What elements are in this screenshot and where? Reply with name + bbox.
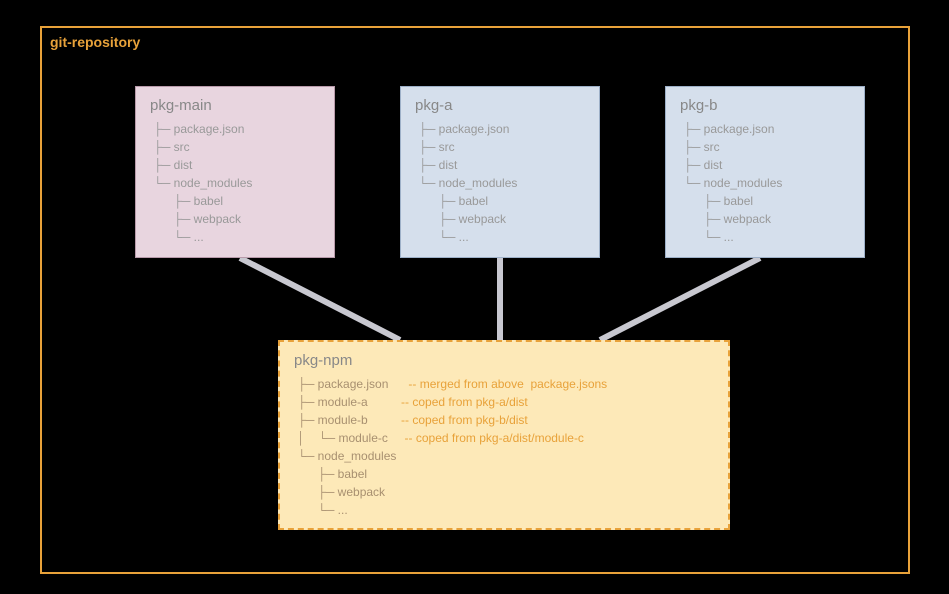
tree-line: ├─ src bbox=[680, 138, 850, 156]
tree-line: ├─ package.json bbox=[150, 120, 320, 138]
pkg-npm-tree: ├─ package.json -- merged from above pac… bbox=[294, 375, 714, 519]
tree-line: ├─ src bbox=[150, 138, 320, 156]
pkg-main-box: pkg-main ├─ package.json ├─ src ├─ dist … bbox=[135, 86, 335, 258]
pkg-b-title: pkg-b bbox=[680, 97, 850, 114]
pkg-main-tree: ├─ package.json ├─ src ├─ dist └─ node_m… bbox=[150, 120, 320, 246]
tree-entry: └─ ... bbox=[294, 503, 378, 517]
tree-line: ├─ webpack bbox=[294, 483, 714, 501]
pkg-a-box: pkg-a ├─ package.json ├─ src ├─ dist └─ … bbox=[400, 86, 600, 258]
tree-entry: ├─ webpack bbox=[294, 485, 402, 499]
tree-line: ├─ dist bbox=[415, 156, 585, 174]
tree-entry: ├─ package.json bbox=[294, 377, 408, 391]
tree-line: ├─ babel bbox=[150, 192, 320, 210]
tree-line: │ └─ module-c -- coped from pkg-a/dist/m… bbox=[294, 429, 714, 447]
tree-line: ├─ dist bbox=[150, 156, 320, 174]
tree-line: ├─ babel bbox=[680, 192, 850, 210]
tree-line: ├─ module-a -- coped from pkg-a/dist bbox=[294, 393, 714, 411]
tree-line: ├─ package.json bbox=[415, 120, 585, 138]
tree-line: └─ ... bbox=[415, 228, 585, 246]
tree-annotation: -- merged from above package.jsons bbox=[408, 377, 607, 391]
git-repository-label: git-repository bbox=[50, 34, 140, 50]
tree-entry: └─ node_modules bbox=[294, 449, 416, 463]
pkg-b-tree: ├─ package.json ├─ src ├─ dist └─ node_m… bbox=[680, 120, 850, 246]
tree-line: ├─ module-b -- coped from pkg-b/dist bbox=[294, 411, 714, 429]
tree-line: ├─ webpack bbox=[415, 210, 585, 228]
tree-line: ├─ dist bbox=[680, 156, 850, 174]
tree-line: └─ node_modules bbox=[680, 174, 850, 192]
tree-entry: ├─ module-b bbox=[294, 413, 401, 427]
pkg-npm-box: pkg-npm ├─ package.json -- merged from a… bbox=[278, 340, 730, 530]
pkg-npm-title: pkg-npm bbox=[294, 352, 714, 369]
tree-entry: ├─ babel bbox=[294, 467, 390, 481]
pkg-main-title: pkg-main bbox=[150, 97, 320, 114]
tree-entry: │ └─ module-c bbox=[294, 431, 405, 445]
tree-line: ├─ webpack bbox=[680, 210, 850, 228]
tree-line: ├─ babel bbox=[294, 465, 714, 483]
tree-line: └─ ... bbox=[680, 228, 850, 246]
pkg-b-box: pkg-b ├─ package.json ├─ src ├─ dist └─ … bbox=[665, 86, 865, 258]
pkg-a-tree: ├─ package.json ├─ src ├─ dist └─ node_m… bbox=[415, 120, 585, 246]
tree-entry: ├─ module-a bbox=[294, 395, 401, 409]
tree-line: ├─ webpack bbox=[150, 210, 320, 228]
tree-line: ├─ src bbox=[415, 138, 585, 156]
tree-line: ├─ package.json bbox=[680, 120, 850, 138]
tree-line: └─ node_modules bbox=[294, 447, 714, 465]
pkg-a-title: pkg-a bbox=[415, 97, 585, 114]
tree-line: └─ ... bbox=[294, 501, 714, 519]
tree-annotation: -- coped from pkg-b/dist bbox=[401, 413, 528, 427]
tree-annotation: -- coped from pkg-a/dist/module-c bbox=[405, 431, 584, 445]
tree-line: └─ ... bbox=[150, 228, 320, 246]
tree-annotation: -- coped from pkg-a/dist bbox=[401, 395, 528, 409]
tree-line: ├─ package.json -- merged from above pac… bbox=[294, 375, 714, 393]
tree-line: ├─ babel bbox=[415, 192, 585, 210]
tree-line: └─ node_modules bbox=[150, 174, 320, 192]
tree-line: └─ node_modules bbox=[415, 174, 585, 192]
